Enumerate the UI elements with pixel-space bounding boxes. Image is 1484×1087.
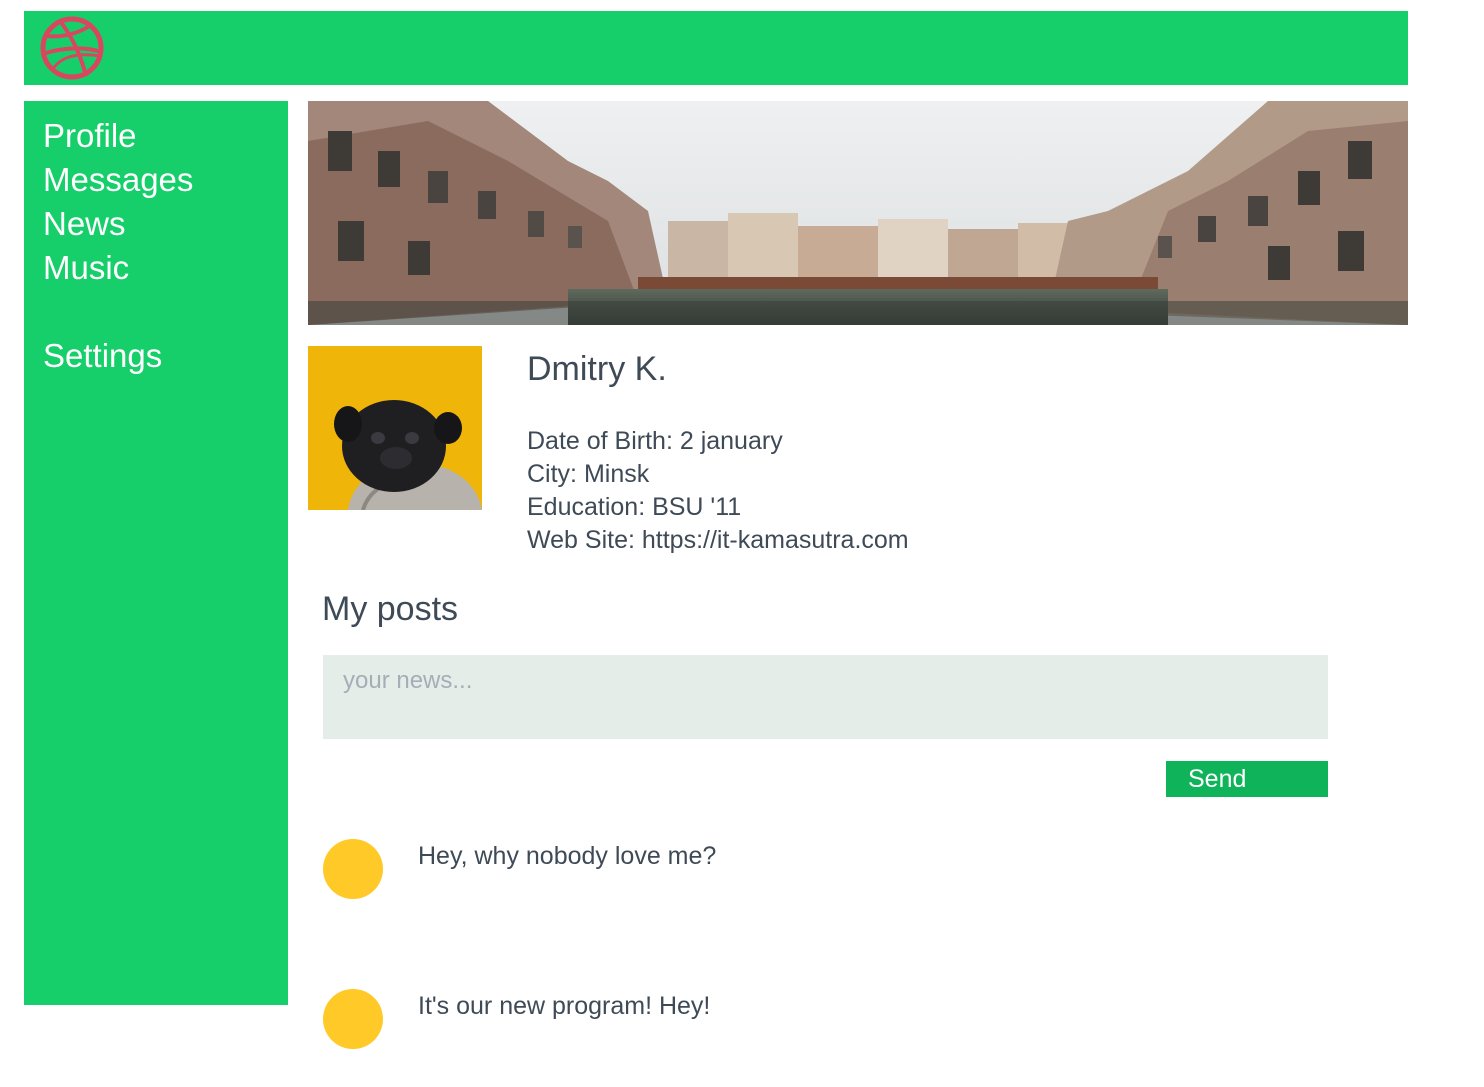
profile-info: Date of Birth: 2 january City: Minsk Edu…: [527, 425, 909, 557]
post-avatar: [323, 839, 383, 899]
post-text: It's our new program! Hey!: [418, 992, 711, 1020]
dribbble-logo-icon[interactable]: [40, 16, 104, 80]
header: [24, 11, 1408, 85]
post-avatar: [323, 989, 383, 1049]
nav-item-news[interactable]: News: [43, 202, 126, 246]
profile-education: Education: BSU '11: [527, 493, 742, 521]
nav-item-settings[interactable]: Settings: [43, 334, 162, 378]
profile-avatar: [308, 346, 482, 510]
posts-title: My posts: [322, 590, 459, 628]
pug-photo: [308, 346, 482, 510]
nav-item-profile[interactable]: Profile: [43, 114, 137, 158]
post-text: Hey, why nobody love me?: [418, 842, 717, 870]
nav-item-messages[interactable]: Messages: [43, 158, 193, 202]
profile-name: Dmitry K.: [527, 350, 667, 388]
sidebar-nav: Profile Messages News Music Settings: [24, 101, 288, 1005]
new-post-input[interactable]: [323, 655, 1328, 739]
profile-city: City: Minsk: [527, 460, 650, 488]
canal-photo: [308, 101, 1408, 325]
profile-website: Web Site: https://it-kamasutra.com: [527, 526, 909, 554]
nav-item-music[interactable]: Music: [43, 246, 129, 290]
profile-birth-date: Date of Birth: 2 january: [527, 427, 783, 455]
profile-banner-image: [308, 101, 1408, 325]
send-button[interactable]: Send: [1166, 761, 1328, 797]
